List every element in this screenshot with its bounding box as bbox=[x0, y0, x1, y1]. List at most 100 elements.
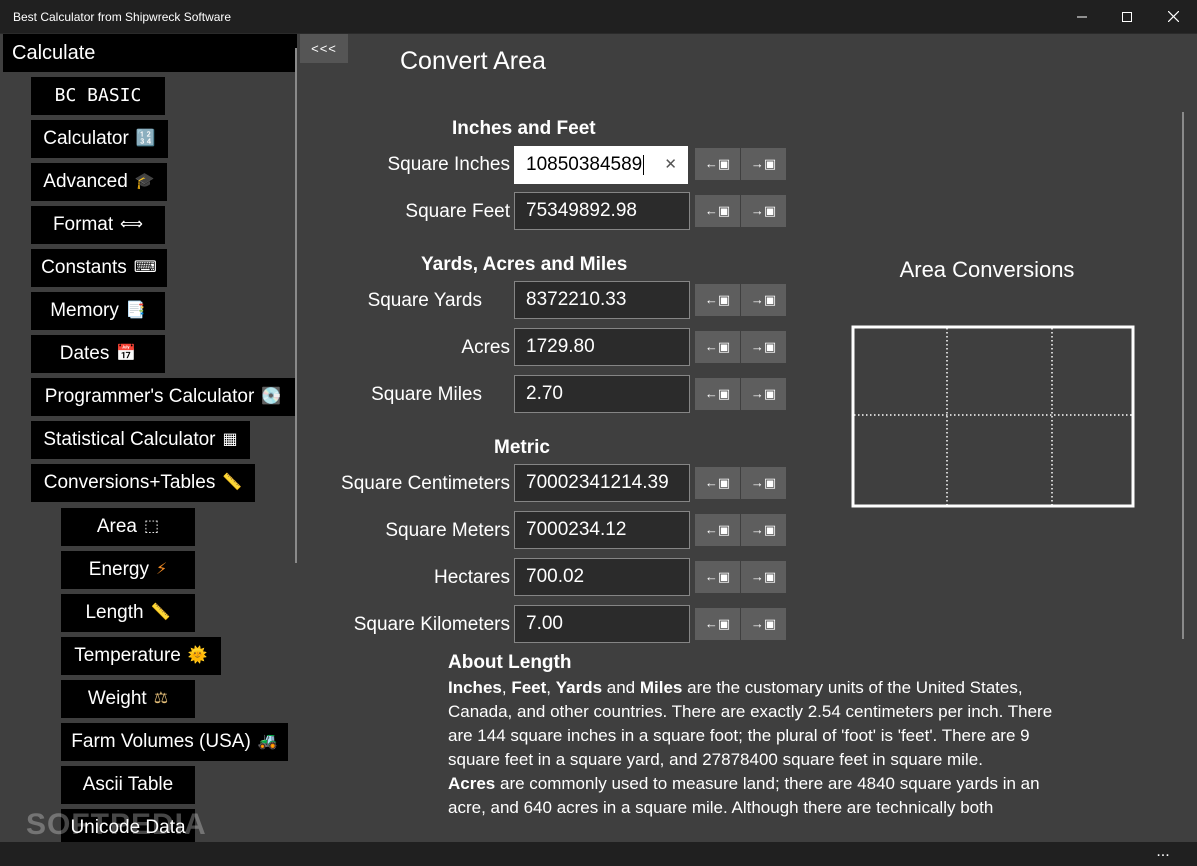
copy-from-button[interactable]: ←▣ bbox=[695, 378, 740, 410]
bottom-command-bar: ... bbox=[0, 842, 1197, 866]
section-heading-yards-acres-miles: Yards, Acres and Miles bbox=[421, 254, 628, 275]
content-scrollbar[interactable] bbox=[1182, 112, 1184, 639]
nav-item-constants[interactable]: Constants ⌨ bbox=[31, 249, 167, 287]
about-term: Acres bbox=[448, 774, 496, 793]
row-label-square-miles: Square Miles bbox=[371, 384, 482, 405]
nav-item-dates[interactable]: Dates 📅 bbox=[31, 335, 165, 373]
copy-to-button[interactable]: →▣ bbox=[741, 195, 786, 227]
copy-from-button[interactable]: ←▣ bbox=[695, 331, 740, 363]
copy-from-button[interactable]: ←▣ bbox=[695, 195, 740, 227]
section-heading-metric: Metric bbox=[494, 437, 550, 458]
collapse-sidebar-button[interactable]: <<< bbox=[300, 34, 348, 63]
row-label-square-kilometers: Square Kilometers bbox=[353, 614, 510, 635]
copy-from-button[interactable]: ←▣ bbox=[695, 284, 740, 316]
about-term: Feet bbox=[511, 678, 547, 697]
nav-item-length[interactable]: Length 📏 bbox=[61, 594, 195, 632]
nav-item-calculator[interactable]: Calculator 🔢 bbox=[31, 120, 168, 158]
area-conversion-diagram bbox=[851, 325, 1135, 508]
about-text: , bbox=[501, 678, 512, 697]
nav-item-energy[interactable]: Energy ⚡ bbox=[61, 551, 195, 589]
nav-item-label: Weight bbox=[87, 688, 147, 709]
copy-to-button[interactable]: →▣ bbox=[741, 561, 786, 593]
nav-item-label: Farm Volumes (USA) bbox=[71, 731, 251, 752]
square-kilometers-input[interactable]: 7.00 bbox=[514, 605, 690, 643]
nav-item-label: Advanced bbox=[43, 171, 128, 192]
ruler-icon: 📏 bbox=[222, 474, 243, 491]
sidebar: Calculate BC BASIC Calculator 🔢 Advanced… bbox=[0, 34, 300, 842]
nav-item-label: Length bbox=[85, 602, 144, 623]
about-body: Inches, Feet, Yards and Miles are the cu… bbox=[448, 676, 1058, 820]
copy-from-button[interactable]: ←▣ bbox=[695, 148, 740, 180]
nav-item-memory[interactable]: Memory 📑 bbox=[31, 292, 165, 330]
nav-item-area[interactable]: Area ⬚ bbox=[61, 508, 195, 546]
nav-item-unicode-data[interactable]: Unicode Data bbox=[61, 809, 195, 842]
nav-item-label: BC BASIC bbox=[54, 85, 142, 106]
about-term: Yards bbox=[555, 678, 603, 697]
about-term: Miles bbox=[639, 678, 683, 697]
close-button[interactable] bbox=[1150, 0, 1196, 33]
nav-item-label: Ascii Table bbox=[82, 774, 174, 795]
maximize-button[interactable] bbox=[1104, 0, 1150, 33]
square-miles-input[interactable]: 2.70 bbox=[514, 375, 690, 413]
double-arrow-icon: ⟺ bbox=[120, 216, 144, 233]
copy-to-button[interactable]: →▣ bbox=[741, 467, 786, 499]
close-icon bbox=[1167, 11, 1179, 22]
row-label-square-inches: Square Inches bbox=[387, 154, 510, 175]
page-title: Convert Area bbox=[400, 47, 546, 75]
nav-item-format[interactable]: Format ⟺ bbox=[31, 206, 165, 244]
copy-to-button[interactable]: →▣ bbox=[741, 331, 786, 363]
nav-item-label: Dates bbox=[59, 343, 110, 364]
square-yards-input[interactable]: 8372210.33 bbox=[514, 281, 690, 319]
nav-item-bc-basic[interactable]: BC BASIC bbox=[31, 77, 165, 115]
dotted-square-icon: ⬚ bbox=[144, 518, 160, 535]
nav-item-statistical-calculator[interactable]: Statistical Calculator ▦ bbox=[31, 421, 250, 459]
copy-from-button[interactable]: ←▣ bbox=[695, 561, 740, 593]
nav-item-advanced[interactable]: Advanced 🎓 bbox=[31, 163, 167, 201]
hectares-input[interactable]: 700.02 bbox=[514, 558, 690, 596]
nav-item-weight[interactable]: Weight ⚖ bbox=[61, 680, 195, 718]
about-term: Inches bbox=[448, 678, 502, 697]
square-meters-input[interactable]: 7000234.12 bbox=[514, 511, 690, 549]
row-label-hectares: Hectares bbox=[433, 567, 510, 588]
copy-from-button[interactable]: ←▣ bbox=[695, 514, 740, 546]
nav-item-label: Temperature bbox=[74, 645, 181, 666]
nav-item-farm-volumes[interactable]: Farm Volumes (USA) 🚜 bbox=[61, 723, 288, 761]
nav-item-label: Constants bbox=[41, 257, 127, 278]
minimize-button[interactable] bbox=[1059, 0, 1105, 33]
nav-item-label: Area bbox=[96, 516, 137, 537]
square-centimeters-input[interactable]: 70002341214.39 bbox=[514, 464, 690, 502]
clear-icon[interactable]: ✕ bbox=[664, 147, 677, 183]
nav-header-calculate[interactable]: Calculate bbox=[3, 34, 297, 72]
more-options-button[interactable]: ... bbox=[1148, 842, 1178, 866]
nav-item-temperature[interactable]: Temperature 🌞 bbox=[61, 637, 221, 675]
row-label-acres: Acres bbox=[461, 337, 510, 358]
about-heading: About Length bbox=[448, 652, 572, 673]
diagram-border bbox=[851, 325, 1135, 508]
nav-item-label: Format bbox=[52, 214, 114, 235]
nav-item-label: Unicode Data bbox=[70, 817, 186, 838]
copy-to-button[interactable]: →▣ bbox=[741, 514, 786, 546]
copy-from-button[interactable]: ←▣ bbox=[695, 467, 740, 499]
nav-item-ascii-table[interactable]: Ascii Table bbox=[61, 766, 195, 804]
tractor-icon: 🚜 bbox=[257, 733, 278, 750]
square-feet-input[interactable]: 75349892.98 bbox=[514, 192, 690, 230]
square-inches-input[interactable]: 10850384589 ✕ bbox=[514, 146, 688, 184]
nav-item-conversions-tables[interactable]: Conversions+Tables 📏 bbox=[31, 464, 255, 502]
chart-icon: ▦ bbox=[222, 431, 238, 448]
copy-to-button[interactable]: →▣ bbox=[741, 378, 786, 410]
nav-item-programmers-calculator[interactable]: Programmer's Calculator 💽 bbox=[31, 378, 295, 416]
minimize-icon bbox=[1077, 16, 1087, 17]
acres-input[interactable]: 1729.80 bbox=[514, 328, 690, 366]
copy-to-button[interactable]: →▣ bbox=[741, 284, 786, 316]
memo-icon: 📑 bbox=[125, 302, 146, 319]
copy-from-button[interactable]: ←▣ bbox=[695, 608, 740, 640]
maximize-icon bbox=[1122, 11, 1132, 22]
copy-to-button[interactable]: →▣ bbox=[741, 608, 786, 640]
nav-item-label: Conversions+Tables bbox=[43, 472, 216, 493]
graduation-cap-icon: 🎓 bbox=[134, 173, 155, 190]
nav-item-label: Statistical Calculator bbox=[43, 429, 216, 450]
square-inches-value: 10850384589 bbox=[526, 154, 643, 175]
row-label-square-feet: Square Feet bbox=[405, 201, 510, 222]
copy-to-button[interactable]: →▣ bbox=[741, 148, 786, 180]
about-text: are commonly used to measure land; there… bbox=[448, 774, 1040, 817]
